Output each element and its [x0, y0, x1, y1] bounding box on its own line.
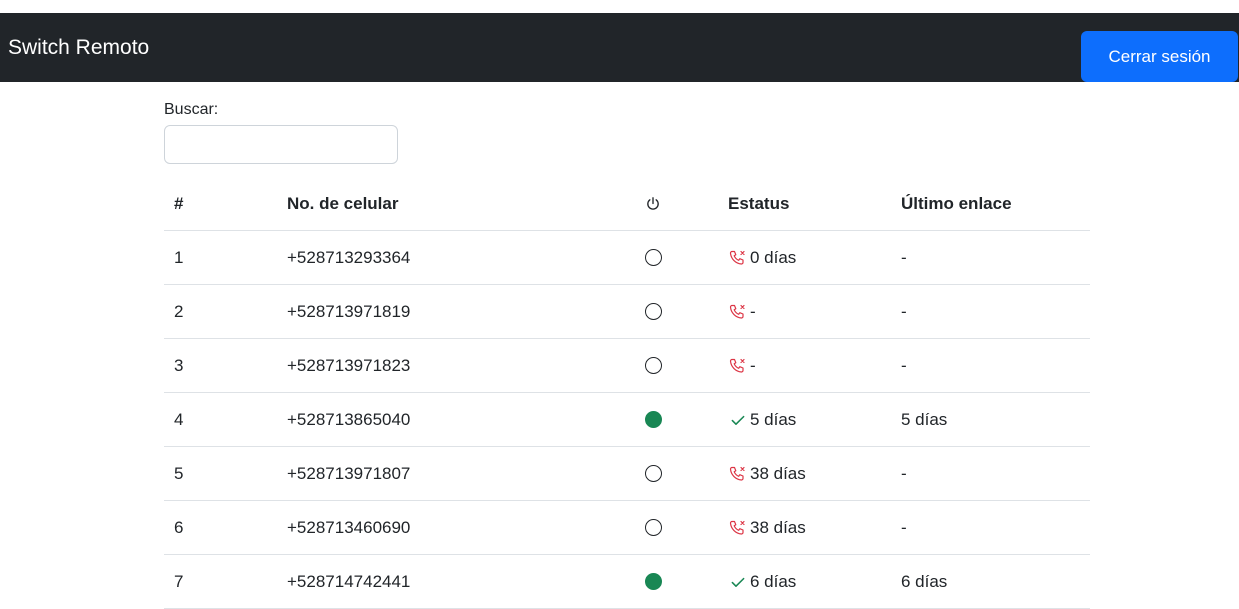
row-status-text: - [750, 355, 756, 375]
row-last-link: 5 días [901, 409, 948, 429]
row-last-link: - [901, 517, 907, 537]
power-toggle[interactable] [640, 555, 666, 608]
header-phone: No. de celular [287, 194, 399, 213]
row-status: 5 días [728, 393, 796, 446]
navbar: Switch Remoto Cerrar sesión [0, 13, 1239, 82]
row-status-text: 6 días [750, 571, 797, 591]
row-number: 3 [174, 355, 184, 375]
row-last-link: - [901, 247, 907, 267]
power-off-indicator[interactable] [644, 519, 662, 536]
table-header-row: # No. de celular Estatus Último enlace [164, 178, 1090, 231]
logout-button[interactable]: Cerrar sesión [1081, 31, 1238, 82]
row-last-link: 6 días [901, 571, 948, 591]
row-status-text: 38 días [750, 517, 806, 537]
row-status: 0 días [728, 231, 796, 284]
table-body: 1 +528713293364 0 días - 2 +528713971819 - - 3 +5… [164, 231, 1090, 609]
table-row[interactable]: 2 +528713971819 - - [164, 285, 1090, 339]
power-off-indicator[interactable] [644, 465, 662, 482]
search-input[interactable] [164, 125, 398, 164]
row-status: 38 días [728, 447, 806, 500]
row-phone: +528714742441 [287, 571, 411, 591]
power-off-indicator[interactable] [644, 249, 662, 266]
check-icon [728, 410, 748, 430]
row-status: 38 días [728, 501, 806, 554]
table-row[interactable]: 3 +528713971823 - - [164, 339, 1090, 393]
header-last-link: Último enlace [901, 194, 1012, 213]
table-row[interactable]: 4 +528713865040 5 días 5 días [164, 393, 1090, 447]
row-number: 6 [174, 517, 184, 537]
power-off-indicator[interactable] [644, 357, 662, 374]
search-label: Buscar: [164, 101, 219, 118]
row-phone: +528713460690 [287, 517, 411, 537]
navbar-brand[interactable]: Switch Remoto [8, 13, 149, 82]
power-toggle[interactable] [640, 393, 666, 446]
row-number: 4 [174, 409, 184, 429]
row-phone: +528713293364 [287, 247, 411, 267]
power-on-indicator[interactable] [644, 411, 662, 428]
row-status: - [728, 339, 756, 392]
row-phone: +528713971819 [287, 301, 411, 321]
power-on-indicator[interactable] [644, 573, 662, 590]
row-status: - [728, 285, 756, 338]
header-status: Estatus [728, 194, 790, 213]
row-phone: +528713865040 [287, 409, 411, 429]
devices-table: # No. de celular Estatus Último enlace 1… [164, 178, 1090, 609]
check-icon [728, 572, 748, 592]
power-off-indicator[interactable] [644, 303, 662, 320]
phone-missed-icon [728, 464, 748, 484]
row-number: 2 [174, 301, 184, 321]
phone-missed-icon [728, 248, 748, 268]
power-toggle[interactable] [640, 285, 666, 338]
table-row[interactable]: 6 +528713460690 38 días - [164, 501, 1090, 555]
power-icon [640, 178, 666, 230]
row-number: 1 [174, 247, 184, 267]
table-row[interactable]: 7 +528714742441 6 días 6 días [164, 555, 1090, 609]
row-last-link: - [901, 355, 907, 375]
phone-missed-icon [728, 356, 748, 376]
row-number: 5 [174, 463, 184, 483]
header-number: # [174, 194, 184, 213]
power-toggle[interactable] [640, 231, 666, 284]
power-toggle[interactable] [640, 447, 666, 500]
row-status-text: 5 días [750, 409, 797, 429]
power-toggle[interactable] [640, 501, 666, 554]
row-phone: +528713971823 [287, 355, 411, 375]
phone-missed-icon [728, 518, 748, 538]
row-phone: +528713971807 [287, 463, 411, 483]
row-status-text: 38 días [750, 463, 806, 483]
row-last-link: - [901, 301, 907, 321]
row-status-text: 0 días [750, 247, 797, 267]
row-status-text: - [750, 301, 756, 321]
phone-missed-icon [728, 302, 748, 322]
row-status: 6 días [728, 555, 796, 608]
table-row[interactable]: 1 +528713293364 0 días - [164, 231, 1090, 285]
row-number: 7 [174, 571, 184, 591]
table-row[interactable]: 5 +528713971807 38 días - [164, 447, 1090, 501]
power-toggle[interactable] [640, 339, 666, 392]
row-last-link: - [901, 463, 907, 483]
